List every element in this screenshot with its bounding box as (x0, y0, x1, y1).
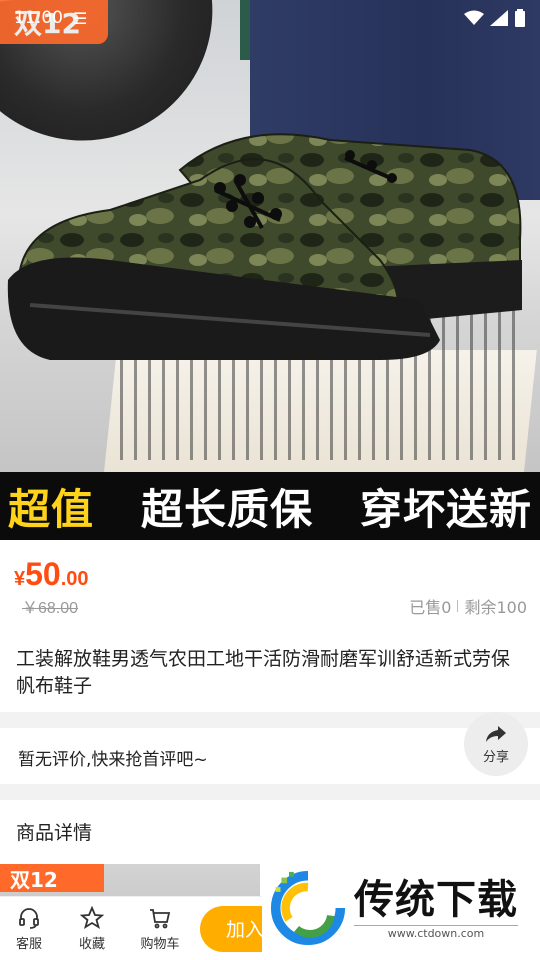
review-section[interactable]: 暂无评价,快来抢首评吧~ (0, 728, 540, 784)
status-icons (464, 9, 526, 27)
stock-remaining: 剩余100 (464, 598, 527, 617)
details-title: 商品详情 (16, 822, 93, 844)
watermark-title: 传统下载 (354, 876, 518, 923)
cart-button[interactable]: 购物车 (126, 906, 194, 952)
product-hero-image[interactable]: 双12 超值 超长质保 穿坏送新 (0, 0, 540, 540)
banner-warranty-text: 超长质保 (140, 484, 313, 534)
customer-service-label: 客服 (15, 936, 42, 952)
battery-icon (515, 9, 525, 27)
menu-lines-icon: ☰ (73, 8, 88, 28)
details-promo-badge: 双12 (0, 864, 104, 892)
hero-banner: 超值 超长质保 穿坏送新 (0, 472, 540, 540)
cart-label: 购物车 (140, 936, 180, 952)
price-currency-symbol: ¥ (14, 568, 26, 590)
customer-service-button[interactable]: 客服 (0, 906, 58, 952)
banner-value-text: 超值 (8, 484, 95, 534)
watermark-url: www.ctdown.com (354, 924, 518, 940)
share-button[interactable]: 分享 (464, 712, 528, 776)
status-bar: 11:00 ☰ (0, 0, 540, 36)
review-empty-text: 暂无评价,快来抢首评吧~ (18, 750, 208, 770)
sold-count: 已售0 (409, 598, 452, 617)
original-price: ￥68.00 (22, 600, 79, 617)
sales-info: 已售0 剩余100 (409, 594, 527, 618)
price-integer: 50 (25, 556, 61, 592)
current-price: ¥ 50 .00 (14, 556, 89, 593)
product-title-section: 工装解放鞋男透气农田工地干活防滑耐磨军训舒适新式劳保帆布鞋子 (0, 620, 540, 712)
price-section: ¥ 50 .00 ￥68.00 已售0 剩余100 (0, 540, 540, 620)
divider (457, 600, 459, 612)
status-time: 11:00 (14, 8, 63, 28)
product-detail-page: 双12 超值 超长质保 穿坏送新 11:00 ☰ ¥ 50 .00 ￥68.00… (0, 0, 540, 960)
headset-icon (19, 907, 39, 929)
signal-icon (490, 10, 508, 26)
share-label: 分享 (482, 749, 509, 765)
favorite-label: 收藏 (78, 936, 105, 952)
product-title: 工装解放鞋男透气农田工地干活防滑耐磨军训舒适新式劳保帆布鞋子 (16, 648, 511, 697)
watermark-logo (270, 870, 346, 946)
star-icon (80, 905, 104, 929)
price-decimal: .00 (60, 568, 89, 590)
watermark-text: 传统下载 www.ctdown.com (354, 877, 518, 940)
share-arrow-icon (486, 725, 506, 742)
hero-shoe (0, 110, 540, 370)
wifi-icon (464, 10, 484, 25)
watermark: 传统下载 www.ctdown.com (262, 856, 540, 960)
banner-replace-text: 穿坏送新 (359, 484, 532, 534)
cart-icon (150, 908, 171, 928)
favorite-button[interactable]: 收藏 (58, 905, 126, 952)
